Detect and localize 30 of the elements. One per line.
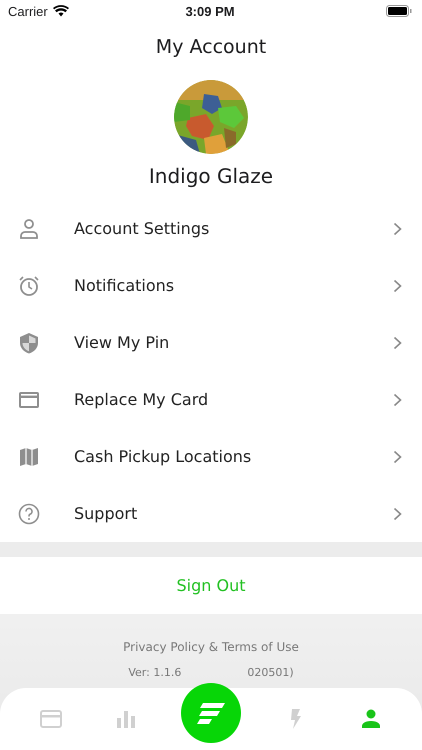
menu-item[interactable]: View My Pin xyxy=(0,314,422,371)
privacy-terms-link[interactable]: Privacy Policy & Terms of Use xyxy=(123,640,299,654)
menu-item[interactable]: Support xyxy=(0,485,422,542)
battery-icon xyxy=(386,5,412,17)
user-name: Indigo Glaze xyxy=(148,164,274,188)
wifi-icon xyxy=(52,5,69,17)
shield-icon xyxy=(18,332,40,354)
menu-item[interactable]: Notifications xyxy=(0,257,422,314)
menu-item[interactable]: Cash Pickup Locations xyxy=(0,428,422,485)
chevron-right-icon xyxy=(393,450,402,464)
question-circle-icon xyxy=(18,502,40,524)
chevron-right-icon xyxy=(393,278,402,292)
version-text: 020501) xyxy=(247,666,294,679)
chevron-right-icon xyxy=(393,392,402,406)
page-title: My Account xyxy=(154,36,268,60)
clock-time: 3:09 PM xyxy=(184,4,236,18)
credit-card-icon xyxy=(40,708,62,730)
stripes-logo-icon xyxy=(196,702,225,724)
bar-chart-icon xyxy=(115,708,138,730)
chevron-right-icon xyxy=(393,336,402,350)
person-icon xyxy=(360,708,382,730)
menu-item[interactable]: Account Settings xyxy=(0,200,422,257)
chevron-right-icon xyxy=(393,222,402,236)
person-icon xyxy=(18,218,40,240)
version-text: Ver: 1.1.6 xyxy=(128,666,182,679)
map-icon xyxy=(18,446,40,468)
chevron-right-icon xyxy=(393,506,402,520)
carrier-label: Carrier xyxy=(8,4,48,18)
alarm-clock-icon xyxy=(18,274,40,296)
menu-item[interactable]: Replace My Card xyxy=(0,371,422,428)
